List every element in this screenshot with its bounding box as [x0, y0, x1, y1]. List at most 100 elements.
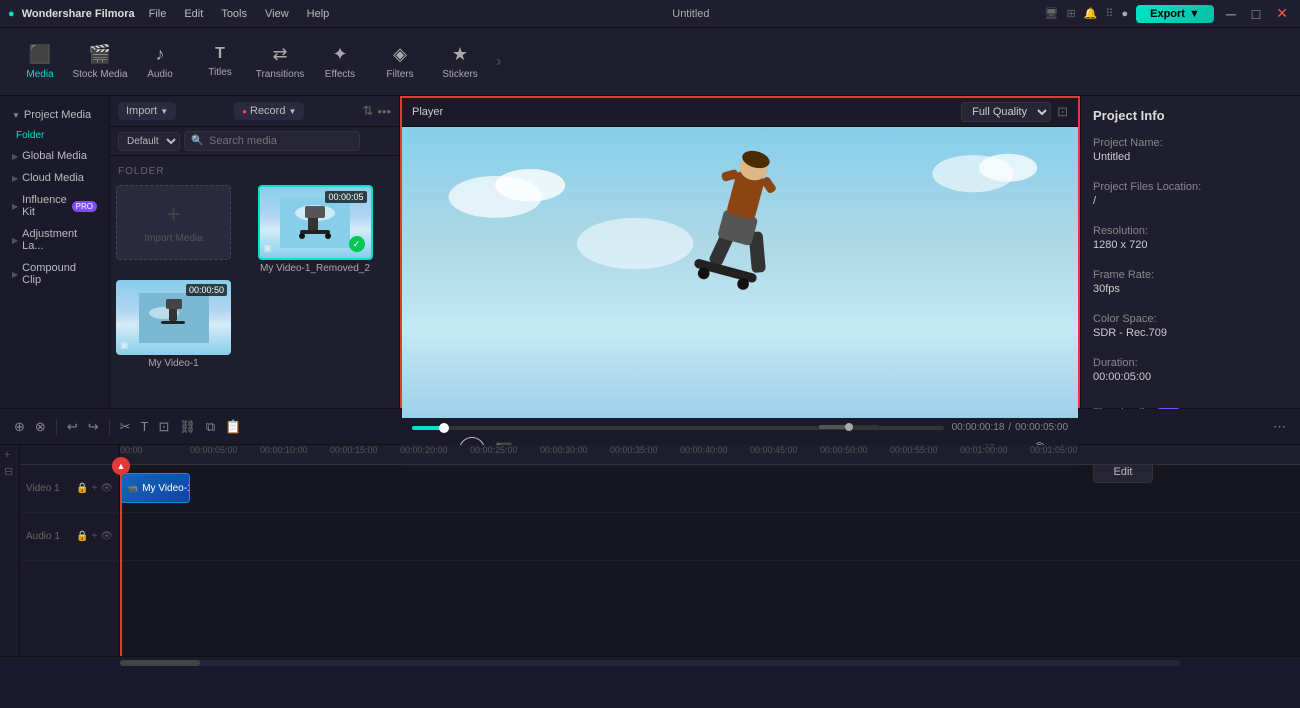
sort-icon[interactable]: ⇅ — [362, 103, 373, 119]
list-item: + Import Media — [116, 185, 252, 274]
export-button[interactable]: Export ▼ — [1136, 5, 1214, 23]
menu-file[interactable]: File — [141, 6, 175, 22]
app-logo: ● Wondershare Filmora — [8, 8, 135, 20]
sidebar-item-compound-clip[interactable]: ▶ Compound Clip — [4, 258, 105, 290]
sidebar-chevron-compound: ▶ — [12, 270, 18, 279]
preview-tab[interactable]: Player — [412, 106, 443, 118]
tool-transitions[interactable]: ⇄ Transitions — [252, 34, 308, 90]
expand-icon[interactable]: ⊡ — [1057, 104, 1068, 120]
track-label-content: Video 1 — [26, 483, 60, 494]
lock-icon-video[interactable]: 🔒 — [76, 483, 88, 494]
tool-titles[interactable]: T Titles — [192, 34, 248, 90]
ruler-tick-13: 00:01:05:00 — [1030, 445, 1078, 455]
eye-icon-audio[interactable]: 👁 — [100, 531, 113, 542]
tool-filters[interactable]: ◈ Filters — [372, 34, 428, 90]
cut-button[interactable]: ✂ — [116, 416, 135, 438]
ruler-row: 00:00 00:00:05:00 00:00:10:00 00:00:15:0… — [20, 445, 1300, 465]
separator-2 — [109, 419, 110, 435]
main-toolbar: ⬛ Media 🎬 Stock Media ♪ Audio T Titles ⇄… — [0, 28, 1300, 96]
tool-stickers[interactable]: ★ Stickers — [432, 34, 488, 90]
transitions-label: Transitions — [256, 69, 305, 80]
media-content: FOLDER + Import Media — [110, 156, 399, 408]
sidebar-label-cloud-media: Cloud Media — [22, 172, 84, 184]
undo-button[interactable]: ↩ — [63, 416, 82, 438]
minimize-button[interactable]: ─ — [1222, 6, 1240, 22]
menu-edit[interactable]: Edit — [176, 6, 211, 22]
add-media-track-icon[interactable]: + — [91, 483, 97, 494]
quality-select[interactable]: Full Quality — [961, 102, 1051, 122]
playhead[interactable]: ▲ — [120, 465, 122, 656]
timeline-left-tools: + ⊟ — [0, 445, 20, 656]
project-name-value: Untitled — [1093, 151, 1288, 163]
timeline-add-track-icon[interactable]: ⊕ — [10, 416, 29, 438]
sidebar-item-global-media[interactable]: ▶ Global Media — [4, 146, 105, 166]
icon-apps: ⠿ — [1105, 7, 1113, 20]
tool-stock-media[interactable]: 🎬 Stock Media — [72, 34, 128, 90]
video-clip[interactable]: 📹 My Video-1... — [120, 473, 190, 503]
resolution-value: 1280 x 720 — [1093, 239, 1288, 251]
sidebar-item-project-media[interactable]: ▼ Project Media — [4, 105, 105, 125]
settings-timeline-icon[interactable]: ⋯ — [1269, 416, 1290, 438]
collapse-icon[interactable]: ⊟ — [2, 463, 17, 480]
project-info-panel: Project Info Project Name: Untitled Proj… — [1080, 96, 1300, 408]
maximize-button[interactable]: □ — [1248, 6, 1264, 22]
filter-select[interactable]: Default — [118, 132, 180, 151]
filters-label: Filters — [386, 69, 413, 80]
lock-icon-audio[interactable]: 🔒 — [76, 531, 88, 542]
add-audio-track-icon[interactable]: + — [91, 531, 97, 542]
media-search-input[interactable] — [184, 131, 360, 151]
window-title: Untitled — [672, 8, 709, 20]
crop-button[interactable]: ⊡ — [154, 416, 173, 438]
text-tool-button[interactable]: T — [137, 416, 153, 437]
toolbar-more-arrow[interactable]: › — [492, 53, 505, 71]
redo-button[interactable]: ↪ — [84, 416, 103, 438]
tool-effects[interactable]: ✦ Effects — [312, 34, 368, 90]
progress-thumb[interactable] — [439, 423, 449, 433]
zoom-slider[interactable] — [819, 425, 879, 429]
link-button[interactable]: ⛓ — [175, 416, 200, 438]
sidebar-sub-folder[interactable]: Folder — [0, 126, 109, 145]
tool-audio[interactable]: ♪ Audio — [132, 34, 188, 90]
menu-view[interactable]: View — [257, 6, 297, 22]
media-thumb-video1[interactable]: 00:00:50 ▣ — [116, 280, 231, 355]
audio-track-label-content: Audio 1 — [26, 531, 60, 542]
clip-label: My Video-1... — [142, 483, 190, 494]
close-button[interactable]: ✕ — [1272, 5, 1292, 22]
project-location-value: / — [1093, 195, 1288, 207]
horizontal-scrollbar[interactable] — [120, 660, 1180, 666]
menu-help[interactable]: Help — [299, 6, 338, 22]
import-button[interactable]: Import ▼ — [118, 102, 176, 120]
sidebar-item-influence-kit[interactable]: ▶ Influence Kit PRO — [4, 190, 105, 222]
add-track-icon[interactable]: + — [2, 447, 17, 463]
track-labels-column: Video 1 🔒 + 👁 Audio 1 — [20, 465, 120, 656]
menu-tools[interactable]: Tools — [213, 6, 255, 22]
skater-thumbnail — [280, 198, 350, 248]
import-media-button[interactable]: + Import Media — [116, 185, 231, 260]
sidebar-chevron-adjustment: ▶ — [12, 236, 18, 245]
search-wrapper: 🔍 — [184, 131, 391, 151]
filters-icon: ◈ — [393, 44, 407, 65]
sidebar-item-adjustment-layer[interactable]: ▶ Adjustment La... — [4, 224, 105, 256]
media-thumb-video2[interactable]: 00:00:05 ✓ ▣ — [258, 185, 373, 260]
tool-media[interactable]: ⬛ Media — [12, 34, 68, 90]
titlebar: ● Wondershare Filmora File Edit Tools Vi… — [0, 0, 1300, 28]
eye-icon-video[interactable]: 👁 — [100, 483, 113, 494]
record-button[interactable]: ● Record ▼ — [234, 102, 304, 120]
ruler-label-spacer — [20, 445, 120, 465]
list-item: 00:00:05 ✓ ▣ My Video-1_Removed_2 — [258, 185, 394, 274]
stock-media-icon: 🎬 — [89, 44, 111, 65]
media-panel: Import ▼ ● Record ▼ ⇅ ••• Default 🔍 F — [110, 96, 400, 408]
audio-label: Audio — [147, 69, 173, 80]
timeline-magnet-icon[interactable]: ⊗ — [31, 416, 50, 438]
icon-grid: ⊞ — [1066, 7, 1075, 20]
project-name-label: Project Name: — [1093, 137, 1288, 149]
stock-media-label: Stock Media — [72, 69, 127, 80]
sidebar-chevron-influence: ▶ — [12, 202, 18, 211]
ruler-tick-4: 00:00:20:00 — [400, 445, 448, 455]
user-avatar[interactable]: ● — [1121, 8, 1128, 20]
sidebar-label-global-media: Global Media — [22, 150, 87, 162]
paste-button[interactable]: 📋 — [221, 416, 245, 438]
sidebar-item-cloud-media[interactable]: ▶ Cloud Media — [4, 168, 105, 188]
more-options-icon[interactable]: ••• — [377, 104, 391, 119]
copy-button[interactable]: ⧉ — [202, 416, 219, 438]
